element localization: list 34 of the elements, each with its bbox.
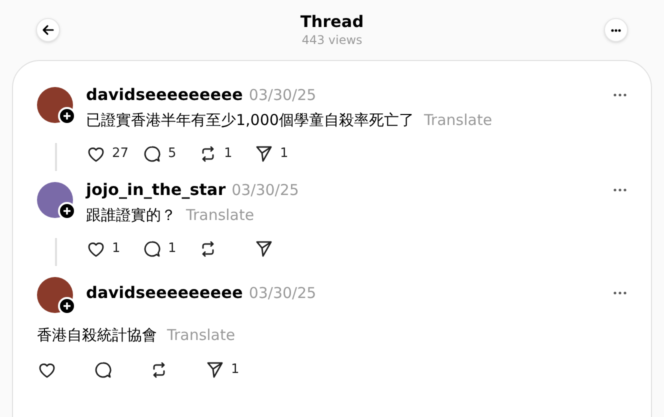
comment-icon[interactable] bbox=[93, 360, 113, 380]
comment-icon[interactable] bbox=[142, 239, 162, 259]
more-icon[interactable] bbox=[613, 93, 627, 97]
author-name[interactable]: jojo_in_the_star bbox=[86, 178, 226, 202]
send-icon[interactable] bbox=[254, 239, 274, 259]
follow-plus-icon[interactable] bbox=[58, 202, 76, 220]
post-date: 03/30/25 bbox=[248, 282, 316, 304]
comment-count: 1 bbox=[168, 240, 176, 258]
share-count: 1 bbox=[231, 361, 240, 380]
send-icon[interactable] bbox=[254, 144, 274, 164]
post-text: 跟誰證實的？ bbox=[86, 204, 176, 226]
post-date: 03/30/25 bbox=[248, 84, 316, 106]
post-text: 已證實香港半年有至少1,000個學童自殺率死亡了 bbox=[86, 110, 414, 131]
more-icon[interactable] bbox=[613, 291, 627, 295]
send-icon[interactable] bbox=[205, 360, 225, 380]
more-icon[interactable] bbox=[613, 188, 627, 192]
share-count: 1 bbox=[280, 145, 288, 164]
more-icon bbox=[610, 28, 621, 32]
repost-count: 1 bbox=[224, 145, 232, 164]
view-count: 443 views bbox=[302, 32, 362, 48]
post-date: 03/30/25 bbox=[232, 180, 299, 201]
author-name[interactable]: davidseeeeeeeee bbox=[86, 83, 243, 107]
post-text: 香港自殺統計協會 bbox=[37, 324, 157, 346]
comment-icon[interactable] bbox=[142, 144, 162, 164]
author-name[interactable]: davidseeeeeeeee bbox=[86, 281, 243, 305]
like-count: 27 bbox=[112, 145, 129, 164]
more-button[interactable] bbox=[604, 18, 628, 42]
like-count: 1 bbox=[112, 240, 120, 258]
follow-plus-icon[interactable] bbox=[58, 297, 76, 315]
back-arrow-icon bbox=[42, 24, 54, 36]
comment-count: 5 bbox=[168, 145, 176, 164]
page-title: Thread bbox=[300, 12, 364, 32]
back-button[interactable] bbox=[36, 18, 60, 42]
follow-plus-icon[interactable] bbox=[58, 107, 76, 125]
